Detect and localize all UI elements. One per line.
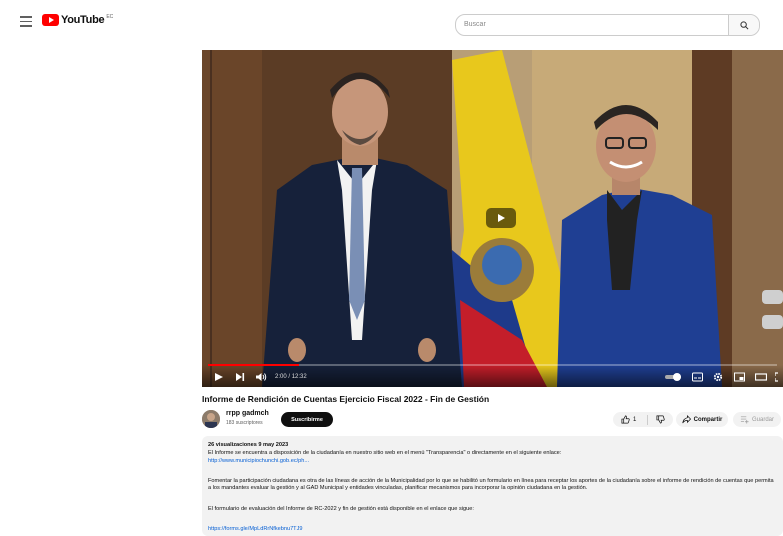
play-button[interactable] bbox=[214, 371, 224, 383]
play-icon bbox=[498, 214, 505, 222]
time-total: 12:32 bbox=[291, 374, 307, 380]
dislike-button[interactable] bbox=[648, 412, 673, 427]
view-count-date: 26 visualizaciones 9 may 2023 bbox=[208, 442, 289, 448]
description-line: El Informe se encuentra a disposición de… bbox=[208, 450, 562, 456]
share-button[interactable]: Compartir bbox=[676, 412, 728, 427]
subscriber-count: 183 suscriptores bbox=[226, 420, 263, 426]
save-to-playlist-icon bbox=[740, 416, 749, 424]
subtitles-button[interactable] bbox=[692, 371, 703, 383]
channel-avatar[interactable] bbox=[202, 410, 220, 428]
search-box bbox=[455, 14, 760, 36]
share-label: Compartir bbox=[693, 416, 723, 423]
description-link[interactable]: http://www.municipiochunchi.gob.ec/ph... bbox=[208, 458, 309, 465]
channel-name[interactable]: rrpp gadmch bbox=[226, 410, 269, 417]
volume-button[interactable] bbox=[256, 371, 267, 383]
description-paragraph: El formulario de evaluación del Informe … bbox=[208, 506, 474, 512]
progress-bar[interactable] bbox=[208, 364, 777, 366]
subscribe-button[interactable]: Suscribirme bbox=[281, 412, 333, 427]
fullscreen-icon bbox=[775, 372, 778, 382]
theater-mode-button[interactable] bbox=[755, 371, 767, 383]
search-icon bbox=[739, 20, 748, 29]
theater-mode-icon bbox=[755, 373, 767, 381]
play-icon bbox=[215, 373, 223, 381]
youtube-play-icon bbox=[42, 14, 59, 26]
logo-text: YouTube bbox=[61, 14, 105, 26]
like-button[interactable]: 1 bbox=[613, 412, 647, 427]
progress-bar-fill bbox=[208, 364, 300, 366]
save-button[interactable]: Guardar bbox=[733, 412, 781, 427]
volume-icon bbox=[256, 373, 267, 381]
autoplay-toggle-icon bbox=[665, 373, 681, 381]
hamburger-menu-icon[interactable] bbox=[20, 16, 32, 27]
youtube-logo[interactable]: YouTube EC bbox=[42, 14, 113, 26]
fullscreen-button[interactable] bbox=[775, 371, 783, 383]
skip-next-icon bbox=[236, 373, 245, 381]
thumbs-up-icon bbox=[621, 415, 630, 424]
autoplay-toggle[interactable] bbox=[665, 371, 683, 383]
share-icon bbox=[682, 415, 691, 424]
settings-button[interactable] bbox=[713, 371, 723, 383]
country-code: EC bbox=[106, 13, 114, 20]
time-display: 2:00 / 12:32 bbox=[275, 371, 307, 383]
avatar-image bbox=[202, 410, 220, 428]
like-count: 1 bbox=[633, 416, 637, 423]
video-player[interactable]: 2:00 / 12:32 bbox=[202, 50, 783, 387]
time-current: 2:00 bbox=[275, 374, 287, 380]
search-button[interactable] bbox=[728, 15, 759, 35]
video-title: Informe de Rendición de Cuentas Ejercici… bbox=[202, 394, 490, 404]
miniplayer-button[interactable] bbox=[734, 371, 745, 383]
thumbs-down-icon bbox=[656, 415, 665, 424]
search-input[interactable] bbox=[464, 16, 726, 32]
save-label: Guardar bbox=[751, 416, 774, 423]
miniplayer-icon bbox=[734, 372, 745, 382]
subtitles-icon bbox=[692, 372, 703, 382]
like-dislike-group: 1 bbox=[613, 412, 673, 427]
next-button[interactable] bbox=[235, 371, 245, 383]
top-bar: YouTube EC bbox=[0, 0, 783, 44]
description-paragraph: Fomentar la participación ciudadana es o… bbox=[208, 478, 774, 492]
center-play-button[interactable] bbox=[486, 208, 516, 228]
description-box[interactable]: 26 visualizaciones 9 may 2023 El Informe… bbox=[202, 436, 783, 536]
form-link[interactable]: https://forms.gle/MpLdRrNfkebnu7TJ9 bbox=[208, 526, 303, 533]
gear-icon bbox=[713, 372, 723, 382]
